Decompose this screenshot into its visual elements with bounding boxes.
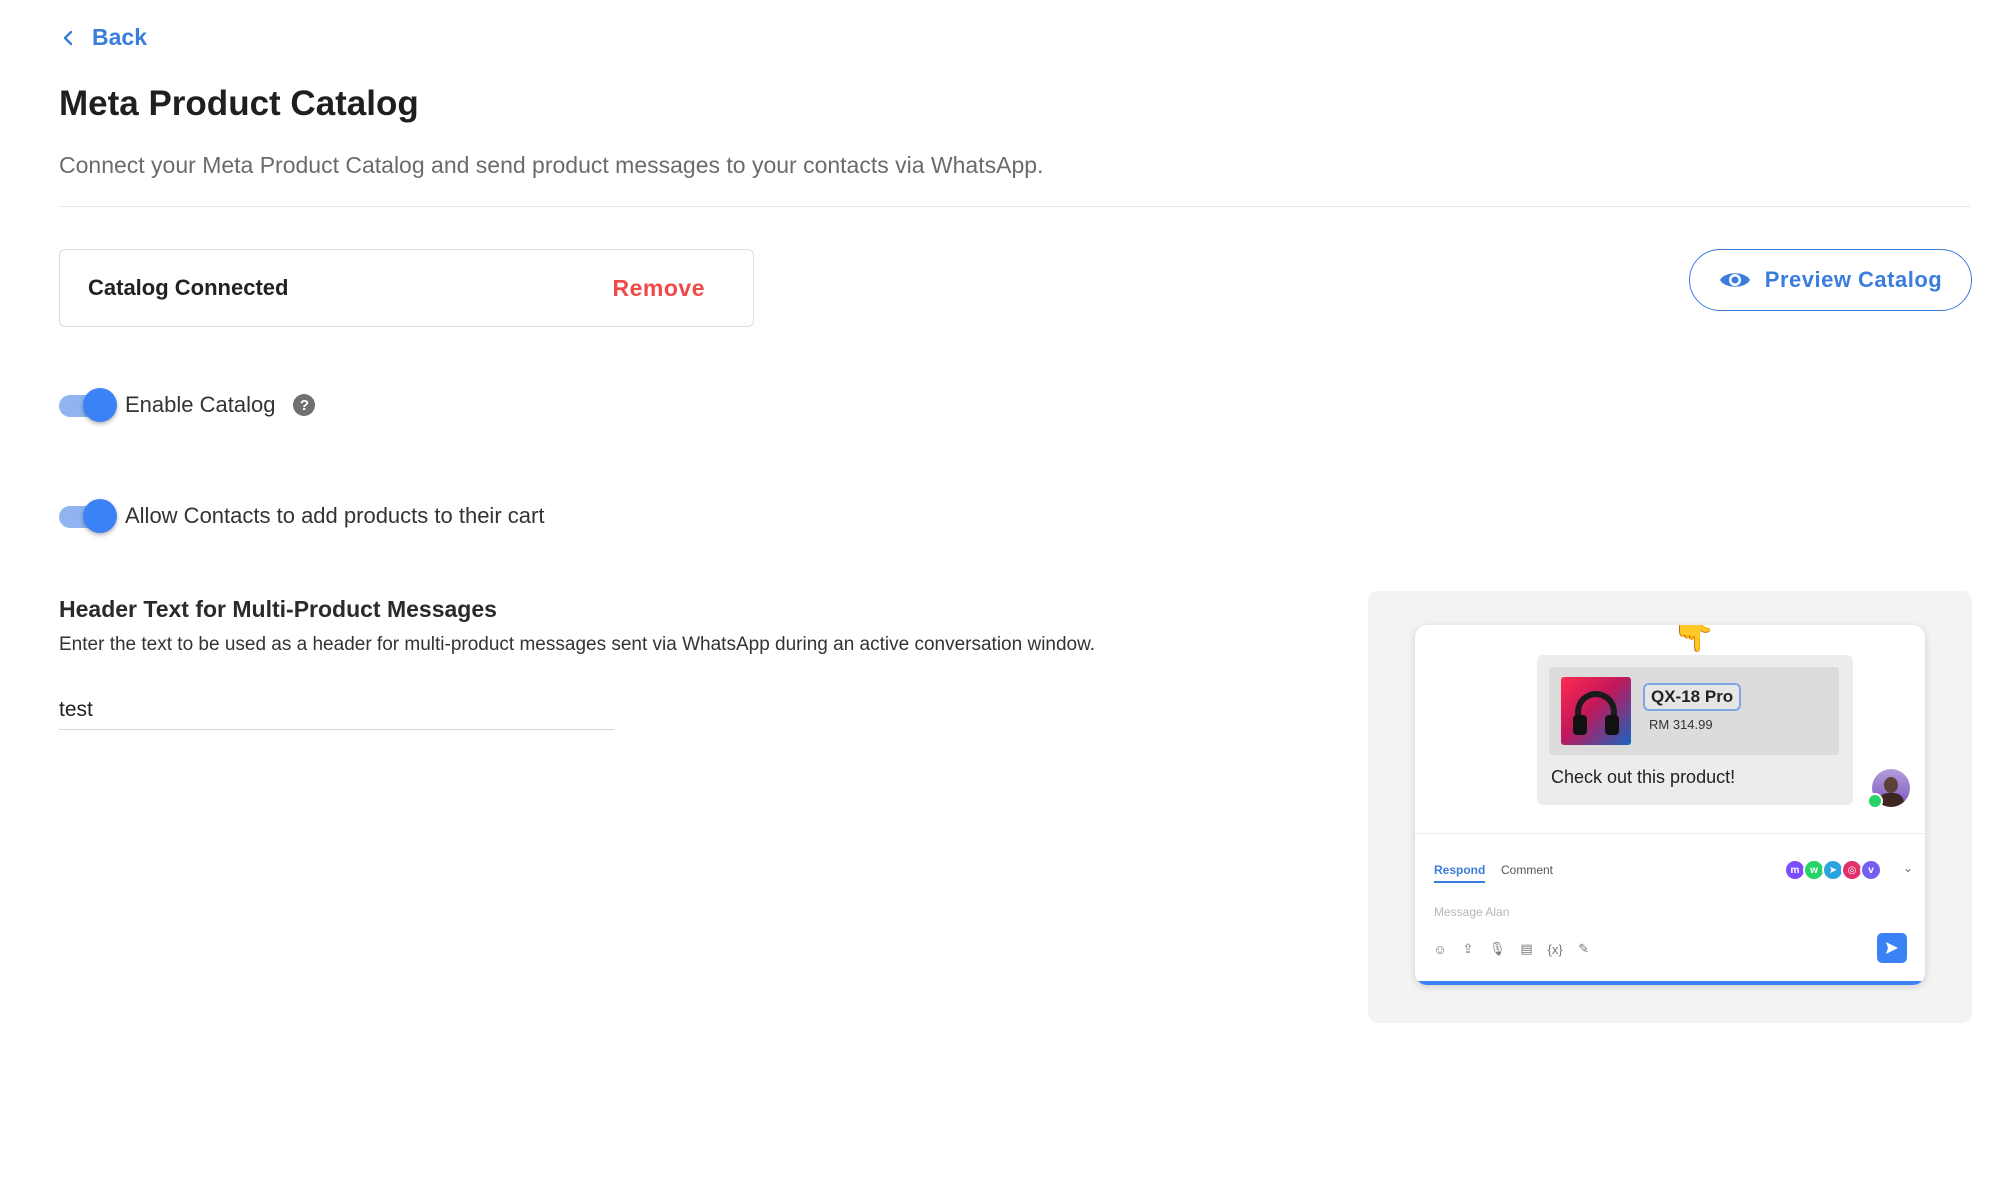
product-message-bubble: 👇 QX-18 Pro RM 314.99 Check out this pro… <box>1537 625 1853 805</box>
back-link[interactable]: Back <box>60 24 147 51</box>
allow-cart-toggle[interactable] <box>59 499 119 533</box>
enable-catalog-toggle[interactable] <box>59 388 119 422</box>
channel-icons: m w ➤ ◎ v <box>1784 859 1882 881</box>
question-circle-icon[interactable]: ? <box>293 394 316 416</box>
header-text-description: Enter the text to be used as a header fo… <box>59 634 1096 655</box>
page-title: Meta Product Catalog <box>59 84 419 123</box>
message-input-placeholder[interactable]: Message Alan <box>1434 905 1509 919</box>
upload-icon[interactable]: ⇪ <box>1461 941 1475 957</box>
message-text: Check out this product! <box>1551 767 1736 787</box>
header-text-input[interactable] <box>59 690 614 730</box>
send-button[interactable] <box>1877 933 1907 963</box>
preview-catalog-label: Preview Catalog <box>1764 267 1943 292</box>
eye-icon <box>1719 273 1750 287</box>
allow-cart-label: Allow Contacts to add products to their … <box>125 503 545 528</box>
pointing-down-icon: 👇 <box>1671 625 1716 653</box>
product-image <box>1561 677 1631 745</box>
composer-toolbar: ☺ ⇪ 🎙 ▤ {x} ✎ <box>1433 941 1591 957</box>
allow-cart-row: Allow Contacts to add products to their … <box>59 499 544 533</box>
note-icon[interactable]: ▤ <box>1520 941 1534 957</box>
chevron-left-icon <box>63 30 73 45</box>
toggle-thumb <box>83 388 117 422</box>
chevron-down-icon[interactable]: ⌄ <box>1903 861 1913 875</box>
enable-catalog-label: Enable Catalog <box>125 392 276 417</box>
preview-catalog-button[interactable]: Preview Catalog <box>1689 249 1972 311</box>
viber-icon[interactable]: v <box>1860 859 1882 881</box>
product-name: QX-18 Pro <box>1643 683 1742 711</box>
tab-comment[interactable]: Comment <box>1501 863 1553 877</box>
enable-catalog-row: Enable Catalog ? <box>59 388 316 422</box>
catalog-status-label: Catalog Connected <box>88 275 289 300</box>
tab-respond[interactable]: Respond <box>1434 863 1486 883</box>
emoji-icon[interactable]: ☺ <box>1433 942 1447 957</box>
back-label: Back <box>92 24 147 50</box>
message-preview-panel: 👇 QX-18 Pro RM 314.99 Check out this pro… <box>1368 591 1972 1023</box>
toggle-thumb <box>83 499 117 533</box>
microphone-icon[interactable]: 🎙 <box>1489 941 1506 957</box>
divider <box>59 206 1970 207</box>
catalog-status-box: Catalog Connected Remove <box>59 249 754 327</box>
remove-catalog-button[interactable]: Remove <box>613 275 705 302</box>
divider <box>1415 833 1925 834</box>
send-icon <box>1886 942 1898 954</box>
product-price: RM 314.99 <box>1649 717 1713 732</box>
message-preview-card: 👇 QX-18 Pro RM 314.99 Check out this pro… <box>1415 625 1925 985</box>
magic-wand-icon[interactable]: ✎ <box>1577 941 1591 957</box>
card-accent-bar <box>1415 981 1925 985</box>
whatsapp-badge-icon <box>1867 793 1883 809</box>
page-description: Connect your Meta Product Catalog and se… <box>59 152 1044 178</box>
header-text-title: Header Text for Multi-Product Messages <box>59 596 497 622</box>
product-card: QX-18 Pro RM 314.99 <box>1549 667 1839 755</box>
variable-icon[interactable]: {x} <box>1548 942 1563 957</box>
